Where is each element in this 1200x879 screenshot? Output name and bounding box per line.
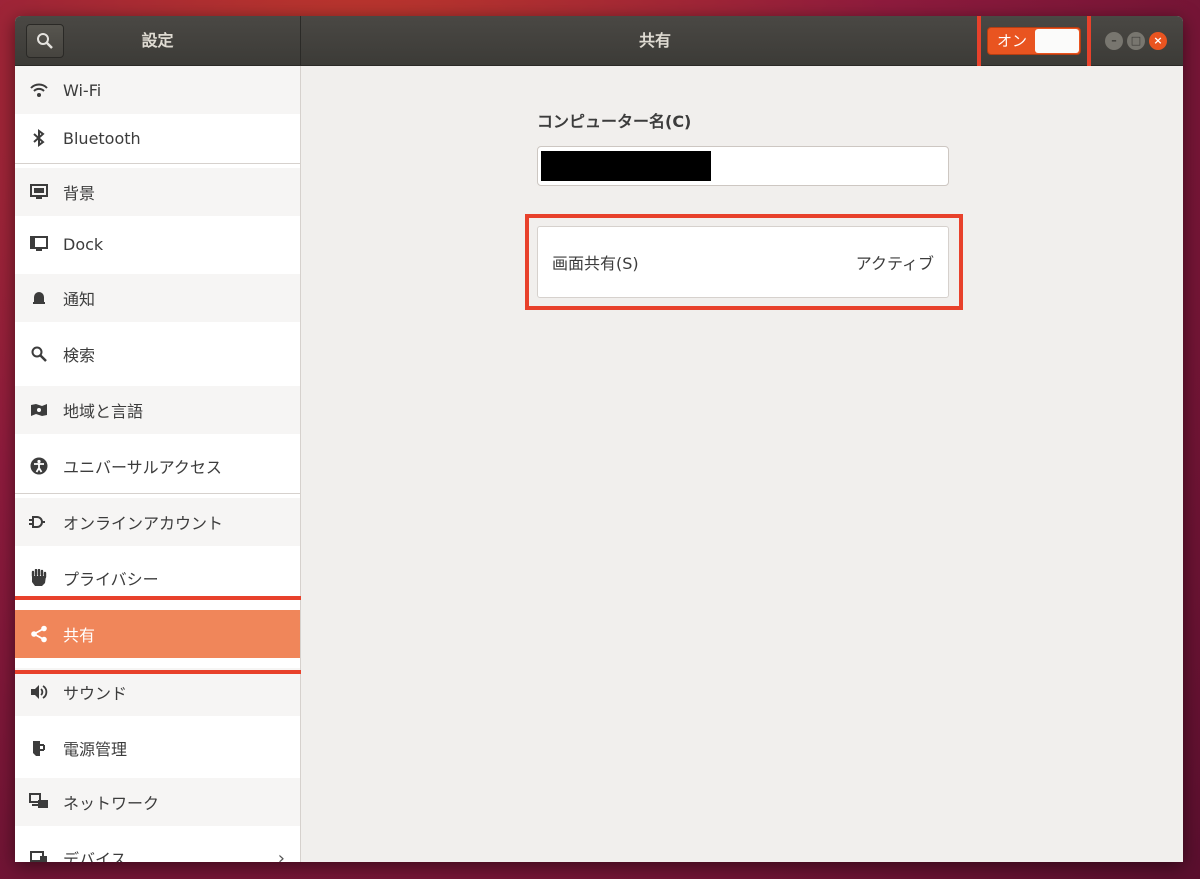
network-icon [29, 792, 49, 812]
sidebar-item-label: Dock [63, 234, 104, 254]
sidebar-item-sharing[interactable]: 共有 [15, 610, 300, 658]
sidebar-item-label: 電源管理 [63, 740, 128, 759]
sidebar-item-privacy[interactable]: プライバシー [15, 554, 300, 602]
background-icon [29, 182, 49, 202]
sidebar-item-label: サウンド [63, 684, 128, 703]
sidebar-item-label: オンラインアカウント [63, 514, 224, 533]
redacted-computer-name [541, 151, 711, 181]
sidebar-item-notifications[interactable]: 通知 [15, 274, 300, 322]
sidebar: Wi-Fi Bluetooth 背景 Dock 通知 検索 地域と言語 ユニバー… [15, 66, 301, 862]
page-title: 共有 [638, 31, 671, 50]
bluetooth-icon [29, 128, 49, 148]
region-icon [29, 400, 49, 420]
sidebar-item-label: Bluetooth [63, 128, 141, 148]
sidebar-item-network[interactable]: ネットワーク [15, 778, 300, 826]
chevron-right-icon: › [277, 847, 285, 863]
screen-sharing-row[interactable]: 画面共有(S) アクティブ [537, 226, 949, 298]
sidebar-separator [15, 163, 300, 164]
sidebar-item-devices[interactable]: デバイス › [15, 834, 300, 863]
switch-state-label: オン [996, 32, 1027, 50]
computer-name-field[interactable] [537, 146, 949, 186]
search-icon [37, 33, 53, 49]
sidebar-item-sound[interactable]: サウンド [15, 668, 300, 716]
sidebar-item-online-accounts[interactable]: オンラインアカウント [15, 498, 300, 546]
main-panel: コンピューター名(C) 画面共有(S) アクティブ [301, 66, 1183, 862]
sidebar-item-bluetooth[interactable]: Bluetooth [15, 114, 300, 162]
sidebar-item-background[interactable]: 背景 [15, 168, 300, 216]
close-button[interactable]: × [1149, 32, 1167, 50]
sidebar-item-label: デバイス [63, 850, 127, 862]
sidebar-item-label: 通知 [63, 290, 96, 309]
search-button[interactable] [26, 24, 64, 58]
sidebar-item-dock[interactable]: Dock [15, 220, 300, 268]
accessibility-icon [29, 456, 49, 476]
sidebar-item-universal-access[interactable]: ユニバーサルアクセス [15, 442, 300, 490]
online-accounts-icon [29, 512, 49, 532]
sidebar-separator [15, 493, 300, 494]
switch-knob[interactable] [1035, 29, 1079, 53]
devices-icon [29, 848, 49, 862]
screen-sharing-label: 画面共有(S) [552, 254, 639, 273]
share-icon [29, 624, 49, 644]
sidebar-item-label: Wi-Fi [63, 80, 102, 100]
sidebar-item-power[interactable]: 電源管理 [15, 724, 300, 772]
hand-icon [29, 568, 49, 588]
minimize-button[interactable]: – [1105, 32, 1123, 50]
screen-sharing-status: アクティブ [855, 254, 934, 273]
settings-window: 設定 共有 オン – □ × Wi-Fi Bluetooth 背景 Dock 通… [15, 16, 1183, 862]
sharing-toggle-switch[interactable]: オン [987, 27, 1081, 55]
sidebar-item-search[interactable]: 検索 [15, 330, 300, 378]
header-bar: 設定 共有 オン – □ × [15, 16, 1183, 74]
sidebar-item-label: プライバシー [63, 570, 159, 589]
power-icon [29, 738, 49, 758]
sidebar-item-wifi[interactable]: Wi-Fi [15, 66, 300, 114]
sidebar-item-region[interactable]: 地域と言語 [15, 386, 300, 434]
computer-name-label: コンピューター名(C) [537, 112, 692, 131]
speaker-icon [29, 682, 49, 702]
sidebar-item-label: ネットワーク [63, 794, 160, 813]
bell-icon [29, 288, 49, 308]
maximize-button[interactable]: □ [1127, 32, 1145, 50]
sidebar-item-label: ユニバーサルアクセス [63, 458, 222, 477]
dock-icon [29, 234, 49, 254]
sidebar-item-label: 地域と言語 [63, 402, 144, 421]
sidebar-header: 設定 [15, 16, 301, 66]
sidebar-item-label: 検索 [63, 346, 96, 365]
sidebar-item-label: 共有 [63, 626, 96, 645]
sidebar-item-label: 背景 [63, 184, 96, 203]
wifi-icon [29, 80, 49, 100]
sidebar-title: 設定 [141, 31, 174, 50]
search-icon [29, 344, 49, 364]
